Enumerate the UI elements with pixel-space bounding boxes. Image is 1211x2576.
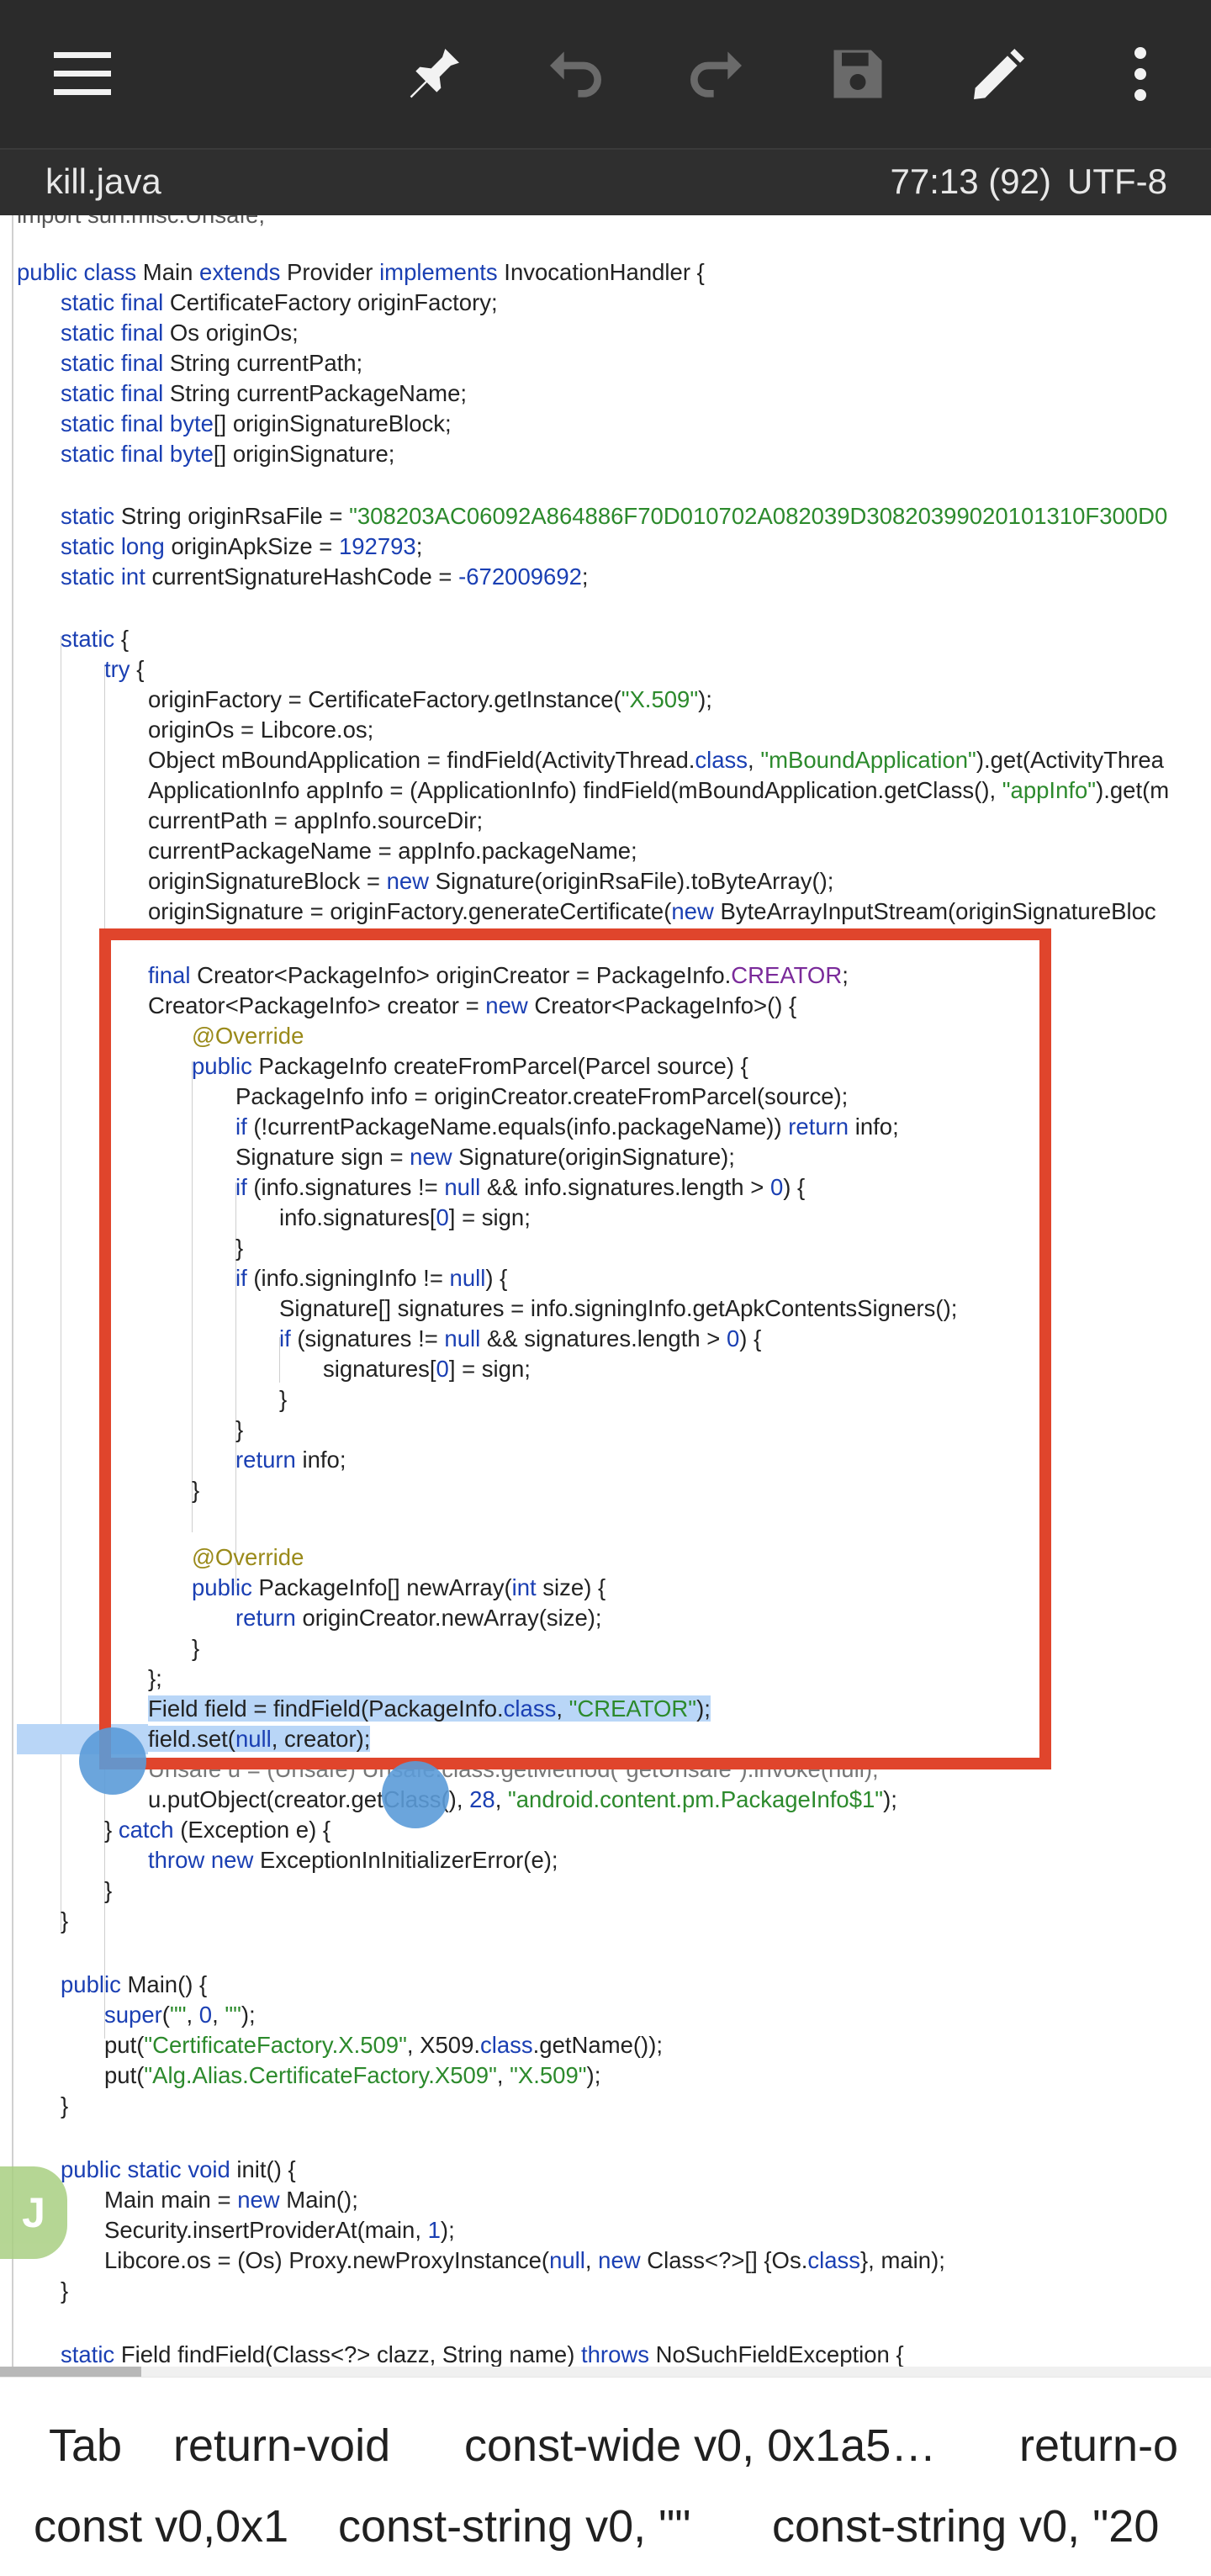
snippet-const-string-20[interactable]: const-string v0, "20 [772, 2500, 1159, 2552]
code-line: @Override [192, 1544, 304, 1570]
code-line: } [235, 1416, 244, 1442]
code-line: static final String currentPackageName; [61, 380, 468, 406]
scrollbar-thumb[interactable] [0, 2367, 141, 2377]
selected-code-line[interactable]: field.set(null, creator); [148, 1724, 371, 1754]
code-line: Libcore.os = (Os) Proxy.newProxyInstance… [104, 2247, 945, 2273]
top-toolbar [0, 0, 1211, 148]
code-line: Signature[] signatures = info.signingInf… [279, 1295, 958, 1321]
floating-app-icon[interactable]: J [0, 2166, 67, 2259]
code-line: public PackageInfo[] newArray(int size) … [192, 1574, 606, 1600]
code-line: put("CertificateFactory.X.509", X509.cla… [104, 2032, 664, 2058]
code-line: static final String currentPath; [61, 350, 363, 376]
code-line: put("Alg.Alias.CertificateFactory.X509",… [104, 2062, 601, 2088]
code-line: public static void init() { [61, 2156, 296, 2182]
snippet-const-v0[interactable]: const v0,0x1 [34, 2500, 288, 2552]
cursor-position: 77:13 (92) [890, 161, 1051, 201]
code-line: Object mBoundApplication = findField(Act… [148, 747, 1164, 773]
code-line: static long originApkSize = 192793; [61, 533, 423, 559]
code-line: throw new ExceptionInInitializerError(e)… [148, 1847, 558, 1873]
hamburger-menu-icon[interactable] [40, 32, 124, 116]
code-line: try { [104, 656, 145, 682]
code-line: static Field findField(Class<?> clazz, S… [61, 2341, 904, 2367]
code-line: import sun.misc.Unsafe; [17, 215, 265, 230]
code-line: } [61, 2277, 69, 2304]
snippet-tab[interactable]: Tab [49, 2420, 122, 2472]
code-line: Unsafe u = (Unsafe) Unsafe.class.getMeth… [148, 1756, 879, 1782]
file-encoding[interactable]: UTF-8 [1067, 161, 1167, 202]
snippet-return-object[interactable]: return-o [1019, 2420, 1178, 2472]
code-line: originSignature = originFactory.generate… [148, 898, 1156, 924]
save-icon[interactable] [816, 32, 900, 116]
code-line: } [235, 1235, 244, 1261]
code-line: Security.insertProviderAt(main, 1); [104, 2217, 455, 2243]
code-line: signatures[0] = sign; [323, 1356, 531, 1382]
code-line: PackageInfo info = originCreator.createF… [235, 1083, 849, 1109]
code-line: Main main = new Main(); [104, 2187, 358, 2213]
code-line: } [61, 1907, 69, 1933]
code-line: } [61, 2092, 69, 2118]
code-line: final Creator<PackageInfo> originCreator… [148, 962, 849, 988]
code-line: return originCreator.newArray(size); [235, 1605, 602, 1631]
selection-start-handle[interactable] [79, 1727, 146, 1795]
file-status-bar: kill.java 77:13 (92) UTF-8 [0, 148, 1211, 215]
code-line: originSignatureBlock = new Signature(ori… [148, 868, 834, 894]
code-line: static final byte[] originSignatureBlock… [61, 410, 452, 436]
code-line: if (!currentPackageName.equals(info.pack… [235, 1113, 899, 1140]
code-line: if (info.signatures != null && info.sign… [235, 1174, 806, 1200]
redo-icon[interactable] [674, 32, 759, 116]
selection-end-handle[interactable] [382, 1761, 449, 1828]
code-line: } [104, 1877, 113, 1903]
code-line: } [279, 1386, 288, 1412]
code-line: if (signatures != null && signatures.len… [279, 1325, 762, 1351]
snippet-keyboard-bar: Tab return-void const-wide v0, 0x1a5… re… [0, 2377, 1211, 2576]
more-vertical-icon[interactable] [1098, 32, 1182, 116]
snippet-return-void[interactable]: return-void [173, 2420, 390, 2472]
code-line: static final byte[] originSignature; [61, 441, 395, 467]
horizontal-scrollbar[interactable] [0, 2367, 1211, 2377]
file-name[interactable]: kill.java [45, 161, 161, 202]
selected-code-line[interactable]: Field field = findField(PackageInfo.clas… [148, 1694, 711, 1724]
code-line: originFactory = CertificateFactory.getIn… [148, 686, 712, 712]
code-line: return info; [235, 1447, 346, 1473]
code-line: super("", 0, ""); [104, 2002, 256, 2028]
code-line: Creator<PackageInfo> creator = new Creat… [148, 992, 797, 1018]
code-line: Signature sign = new Signature(originSig… [235, 1144, 735, 1170]
code-line: static final CertificateFactory originFa… [61, 289, 498, 315]
code-line: u.putObject(creator.getClass(), 28, "and… [148, 1786, 897, 1812]
code-line: static int currentSignatureHashCode = -6… [61, 563, 589, 590]
pin-icon[interactable] [392, 32, 476, 116]
pencil-icon[interactable] [957, 32, 1041, 116]
gutter-divider [12, 215, 13, 2370]
code-line: if (info.signingInfo != null) { [235, 1265, 508, 1291]
code-line: public PackageInfo createFromParcel(Parc… [192, 1053, 748, 1079]
snippet-const-string-empty[interactable]: const-string v0, "" [338, 2500, 690, 2552]
code-line: public class Main extends Provider imple… [17, 259, 705, 285]
code-line: } [192, 1635, 200, 1661]
code-line: static final Os originOs; [61, 320, 299, 346]
code-line: info.signatures[0] = sign; [279, 1204, 531, 1230]
code-line: currentPackageName = appInfo.packageName… [148, 838, 637, 864]
code-line: public Main() { [61, 1971, 208, 1997]
snippet-const-wide[interactable]: const-wide v0, 0x1a5… [464, 2420, 936, 2472]
code-line: currentPath = appInfo.sourceDir; [148, 807, 484, 833]
code-line: }; [148, 1665, 162, 1691]
indent-guide [192, 1061, 193, 1532]
code-line: ApplicationInfo appInfo = (ApplicationIn… [148, 777, 1170, 803]
code-line: originOs = Libcore.os; [148, 717, 374, 743]
code-line: } [192, 1477, 200, 1503]
code-editor[interactable]: import sun.misc.Unsafe; public class Mai… [0, 215, 1211, 2370]
code-line: } catch (Exception e) { [104, 1817, 331, 1843]
code-line: static String originRsaFile = "308203AC0… [61, 503, 1168, 529]
undo-icon[interactable] [533, 32, 617, 116]
code-line: static { [61, 626, 130, 652]
code-line: @Override [192, 1023, 304, 1049]
